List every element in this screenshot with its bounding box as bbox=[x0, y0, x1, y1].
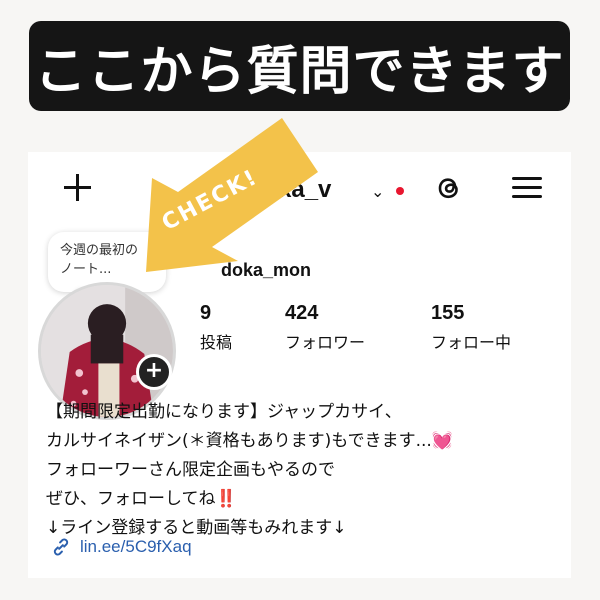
bio: 【期間限定出勤になります】ジャップカサイ、 カルサイネイザン(＊資格もあります)… bbox=[46, 398, 566, 543]
bio-line: ぜひ、フォローしてね‼️ bbox=[46, 485, 566, 514]
link-text[interactable]: lin.ee/5C9fXaq bbox=[80, 537, 192, 557]
threads-icon[interactable] bbox=[433, 172, 465, 204]
menu-icon[interactable] bbox=[512, 177, 542, 199]
banner-text: ここから質問できます bbox=[34, 41, 565, 102]
heart-emoji-icon: 💓 bbox=[431, 431, 453, 451]
stat-posts[interactable]: 9 投稿 bbox=[200, 302, 232, 353]
username[interactable]: ka_v bbox=[278, 176, 331, 204]
link-icon bbox=[53, 538, 69, 556]
bio-line: フォローワーさん限定企画もやるので bbox=[46, 460, 335, 480]
stat-number: 424 bbox=[285, 302, 319, 324]
chevron-down-icon[interactable]: ⌄ bbox=[371, 182, 384, 201]
stat-following[interactable]: 155 フォロー中 bbox=[431, 302, 511, 353]
plus-icon[interactable] bbox=[62, 172, 92, 202]
notification-dot bbox=[396, 187, 404, 195]
bio-line-text: カルサイネイザン(＊資格もあります)もできます... bbox=[46, 431, 432, 451]
profile-topbar: ka_v ⌄ bbox=[28, 152, 571, 232]
stat-label: 投稿 bbox=[200, 333, 233, 352]
stat-followers[interactable]: 424 フォロワー bbox=[285, 302, 365, 353]
bio-link[interactable]: lin.ee/5C9fXaq bbox=[50, 536, 192, 558]
display-name: doka_mon bbox=[221, 260, 312, 280]
bio-line: カルサイネイザン(＊資格もあります)もできます...💓 bbox=[46, 427, 566, 456]
profile-card: ka_v ⌄ 今週の最初の ノート... + doka_mon 9 投稿 424… bbox=[28, 152, 571, 578]
add-story-button[interactable]: + bbox=[136, 354, 172, 390]
note-line-1: 今週の最初の bbox=[60, 243, 139, 258]
stat-label: フォロワー bbox=[285, 333, 366, 352]
stat-number: 155 bbox=[431, 302, 465, 324]
bio-line: 【期間限定出勤になります】ジャップカサイ、 bbox=[46, 402, 402, 422]
stat-number: 9 bbox=[200, 302, 212, 324]
double-exclamation-icon: ‼️ bbox=[215, 489, 237, 509]
stat-label: フォロー中 bbox=[431, 333, 512, 352]
question-banner: ここから質問できます bbox=[29, 21, 570, 111]
bio-line-text: ぜひ、フォローしてね bbox=[46, 489, 216, 509]
note-line-2: ノート... bbox=[60, 262, 112, 277]
